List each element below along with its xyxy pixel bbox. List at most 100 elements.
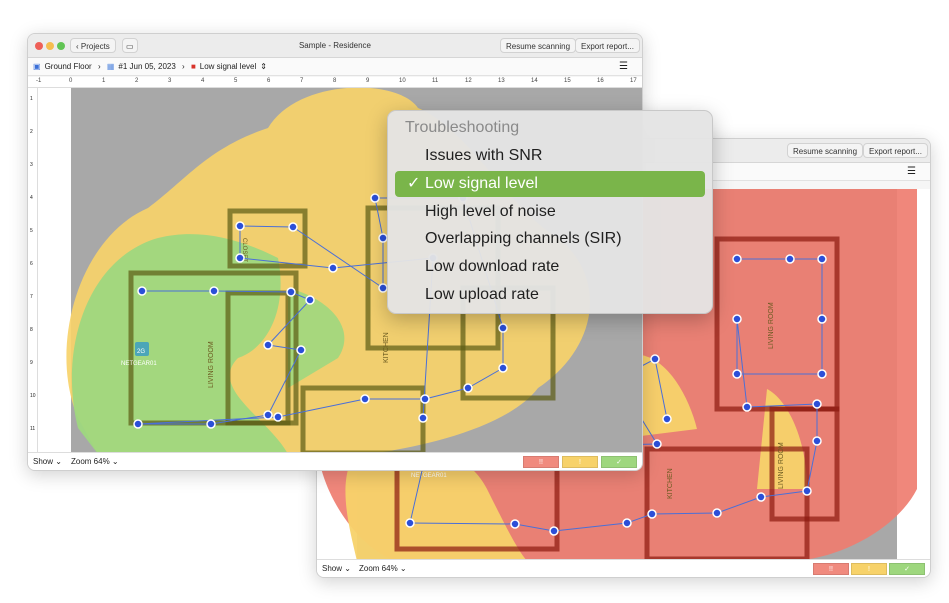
scan-point: [263, 340, 273, 350]
export-report-button[interactable]: Export report...: [575, 38, 640, 53]
menu-item-upload[interactable]: Low upload rate: [395, 282, 705, 308]
troubleshooting-menu: Troubleshooting Issues with SNR ✓ Low sig…: [387, 110, 713, 314]
scan-icon: ▦: [106, 62, 115, 71]
scan-point: [742, 402, 752, 412]
scan-point: [647, 509, 657, 519]
scan-point: [235, 253, 245, 263]
menu-header: Troubleshooting: [405, 119, 520, 136]
ruler-tick: 1: [102, 78, 106, 84]
filter-settings-icon[interactable]: ☰: [907, 163, 916, 181]
legend-good[interactable]: ✓: [601, 456, 637, 468]
legend-warn[interactable]: !: [851, 563, 887, 575]
ruler-tick: 15: [564, 78, 571, 84]
scan-point: [133, 419, 143, 429]
vertical-ruler: 1 2 3 4 5 6 7 8 9 10 11: [28, 88, 38, 454]
ruler-tick: 0: [69, 78, 73, 84]
legend-bad[interactable]: !!: [523, 456, 559, 468]
scan-point: [732, 254, 742, 264]
ap-name-label: NETGEAR01: [411, 473, 447, 479]
room-label: LIVING ROOM: [208, 341, 215, 388]
zoom-dropdown[interactable]: Zoom 64% ⌄: [71, 453, 119, 470]
scan-point: [328, 263, 338, 273]
ruler-tick: 11: [432, 78, 439, 84]
legend-good[interactable]: ✓: [889, 563, 925, 575]
breadcrumb-floor[interactable]: Ground Floor: [45, 62, 92, 71]
ap-band-label: 2G: [137, 349, 145, 355]
ruler-tick: 10: [30, 393, 36, 399]
ruler-tick: 6: [267, 78, 271, 84]
ruler-tick: 4: [201, 78, 205, 84]
ruler-tick: 5: [234, 78, 238, 84]
ruler-tick: 6: [30, 261, 33, 267]
show-dropdown[interactable]: Show ⌄: [33, 453, 62, 470]
breadcrumb-scan[interactable]: #1 Jun 05, 2023: [118, 62, 175, 71]
ruler-tick: 5: [30, 228, 33, 234]
ruler-tick: 9: [30, 360, 33, 366]
ruler-tick: 14: [531, 78, 538, 84]
updown-icon: ⇕: [260, 62, 267, 71]
title-bar: ‹ Projects ▭ Sample - Residence Resume s…: [28, 34, 642, 58]
bottom-bar: Show ⌄ Zoom 64% ⌄ !! ! ✓: [28, 452, 642, 470]
scan-point: [418, 413, 428, 423]
ruler-tick: 3: [168, 78, 172, 84]
ruler-tick: 8: [333, 78, 337, 84]
scan-point: [206, 419, 216, 429]
chevron-right-icon: ›: [97, 62, 101, 71]
room-label: KITCHEN: [667, 468, 674, 499]
resume-scanning-button[interactable]: Resume scanning: [500, 38, 577, 53]
scan-point: [463, 383, 473, 393]
menu-item-sir[interactable]: Overlapping channels (SIR): [395, 226, 705, 252]
scan-point: [817, 314, 827, 324]
scan-point: [732, 369, 742, 379]
menu-item-download[interactable]: Low download rate: [395, 254, 705, 280]
bottom-bar: Show ⌄ Zoom 64% ⌄ !! ! ✓: [317, 559, 930, 577]
menu-item-low-signal[interactable]: ✓ Low signal level: [395, 171, 705, 197]
scan-point: [360, 394, 370, 404]
scan-point: [510, 519, 520, 529]
menu-item-snr[interactable]: Issues with SNR: [395, 143, 705, 169]
scan-point: [812, 436, 822, 446]
scan-point: [378, 283, 388, 293]
scan-point: [405, 518, 415, 528]
ruler-tick: 16: [597, 78, 604, 84]
show-dropdown[interactable]: Show ⌄: [322, 560, 351, 577]
scan-point: [288, 222, 298, 232]
export-report-button[interactable]: Export report...: [863, 143, 928, 158]
ruler-tick: -1: [36, 78, 42, 84]
chevron-right-icon: ›: [182, 62, 185, 71]
scan-point: [370, 193, 380, 203]
scan-point: [812, 399, 822, 409]
horizontal-ruler: -1 0 1 2 3 4 5 6 7 8 9 10 11 12 13 14 15 16 17: [28, 77, 642, 88]
scan-point: [420, 394, 430, 404]
scan-point: [549, 526, 559, 536]
scan-point: [712, 508, 722, 518]
breadcrumb: ▣ Ground Floor › ▦ #1 Jun 05, 2023 › ■ Low …: [28, 58, 642, 76]
ruler-tick: 11: [30, 426, 36, 432]
ruler-tick: 3: [30, 162, 33, 168]
scan-point: [785, 254, 795, 264]
checkmark-icon: ✓: [407, 175, 421, 192]
ruler-tick: 7: [300, 78, 304, 84]
ruler-tick: 4: [30, 195, 33, 201]
ruler-tick: 9: [366, 78, 370, 84]
ruler-tick: 13: [498, 78, 505, 84]
ruler-tick: 1: [30, 96, 33, 102]
menu-item-noise[interactable]: High level of noise: [395, 199, 705, 225]
room-label: KITCHEN: [383, 332, 390, 363]
scan-point: [662, 414, 672, 424]
zoom-dropdown[interactable]: Zoom 64% ⌄: [359, 560, 407, 577]
breadcrumb-visualization[interactable]: Low signal level: [200, 62, 256, 71]
scan-point: [137, 286, 147, 296]
scan-point: [296, 345, 306, 355]
legend-warn[interactable]: !: [562, 456, 598, 468]
ruler-tick: 8: [30, 327, 33, 333]
ruler-tick: 7: [30, 294, 33, 300]
resume-scanning-button[interactable]: Resume scanning: [787, 143, 864, 158]
scan-point: [286, 287, 296, 297]
filter-settings-icon[interactable]: ☰: [619, 58, 628, 76]
legend-bad[interactable]: !!: [813, 563, 849, 575]
visualization-icon: ■: [190, 62, 196, 71]
scan-point: [817, 254, 827, 264]
scan-point: [273, 412, 283, 422]
scan-point: [209, 286, 219, 296]
